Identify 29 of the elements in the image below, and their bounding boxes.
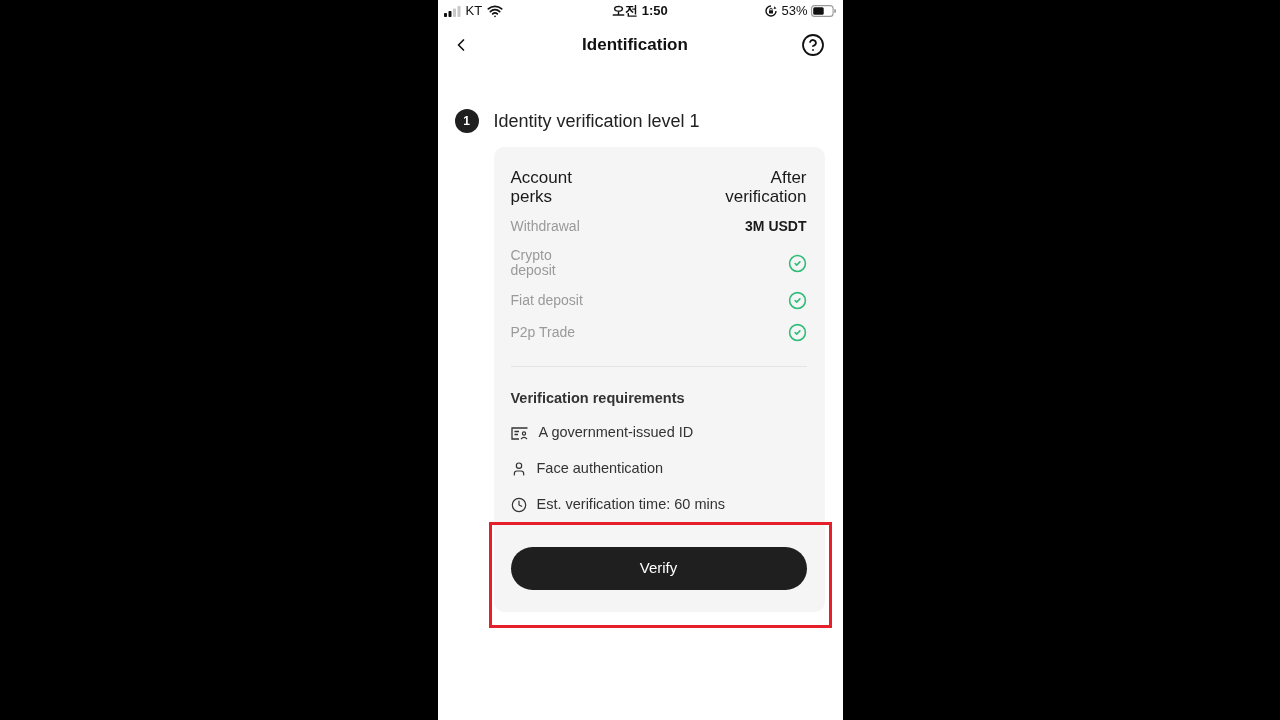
verify-button[interactable]: Verify [510,547,807,590]
perk-label: Crypto deposit [510,248,557,278]
perk-value: 3M USDT [745,217,807,235]
perk-label: P2p Trade [510,325,577,340]
check-icon [787,323,807,342]
wifi-icon [487,3,504,19]
step-title: Identity verification level 1 [493,109,700,133]
battery-percent: 53% [781,2,808,21]
check-icon [787,253,807,273]
perks-heading: Account perks [510,168,573,206]
column-heading: After verification [724,168,807,206]
check-icon [787,291,807,310]
perk-label: Withdrawal [510,218,581,234]
clock-time: 오전 1:50 [612,2,668,21]
battery-icon [811,5,837,17]
requirement-text: Est. verification time: 60 mins [536,495,726,515]
perk-label: Fiat deposit [510,293,584,308]
help-icon [800,33,825,57]
clock-icon [510,497,527,513]
carrier-name: KT [465,2,483,21]
page-title: Identification [582,34,688,57]
id-card-icon [510,426,529,440]
requirement-text: Face authentication [536,459,664,479]
help-button[interactable] [799,32,826,58]
requirements-heading: Verification requirements [510,389,686,407]
rotation-lock-icon [765,5,778,17]
requirement-text: A government-issued ID [538,423,694,443]
step-number: 1 [454,109,479,133]
signal-icon [443,5,461,17]
